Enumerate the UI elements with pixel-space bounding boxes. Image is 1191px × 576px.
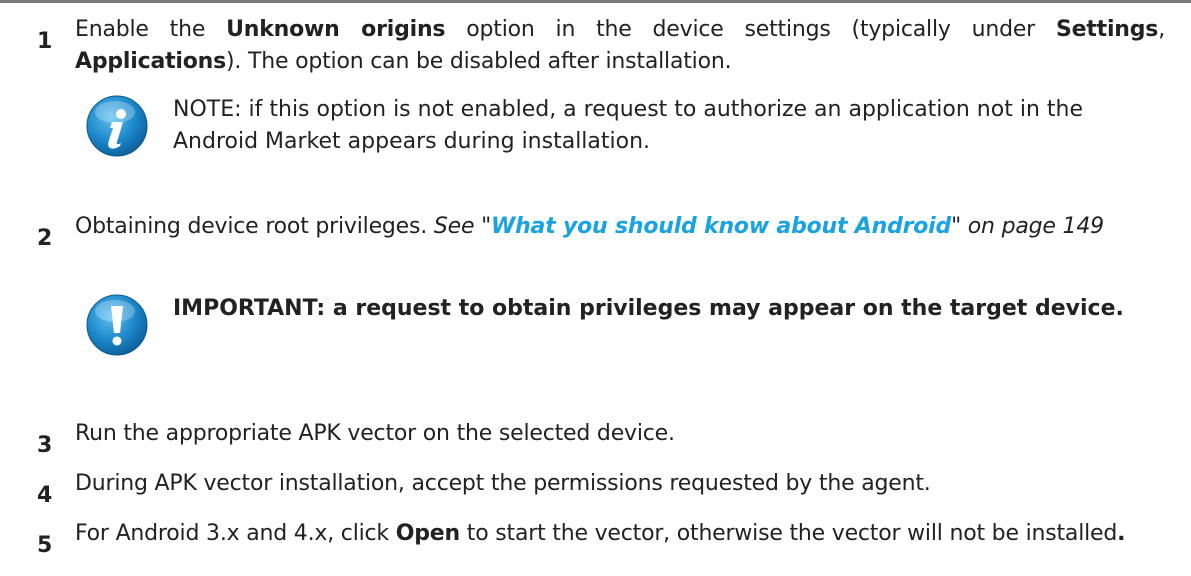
step-text-part: , (1158, 17, 1165, 42)
top-rule (0, 0, 1191, 3)
step-text: Run the appropriate APK vector on the se… (75, 421, 675, 446)
exclamation-icon (85, 293, 149, 357)
page-reference: " on page 149 (951, 214, 1104, 239)
step-number: 3 (37, 433, 53, 458)
see-reference: See " (433, 214, 492, 239)
step-number: 5 (37, 533, 53, 558)
option-name: Unknown origins (226, 17, 446, 42)
step-number: 1 (37, 29, 53, 54)
step-text-part: . (1117, 521, 1126, 546)
android-reference-link[interactable]: What you should know about Android (491, 214, 951, 239)
step-text: Obtaining device root privileges. See "W… (75, 211, 1165, 243)
step-number: 4 (37, 483, 53, 508)
step-text-part: For Android 3.x and 4.x, click (75, 521, 396, 546)
info-note-text: NOTE: if this option is not enabled, a r… (173, 97, 1083, 154)
step-text-part: to start the vector, otherwise the vecto… (459, 521, 1118, 546)
step-text-part: Obtaining device root privileges. (75, 214, 434, 239)
step-text: For Android 3.x and 4.x, click Open to s… (75, 518, 1165, 550)
important-note-text: IMPORTANT: a request to obtain privilege… (173, 296, 1124, 321)
step-text: Enable the Unknown origins option in the… (75, 14, 1165, 78)
step-text-part: Enable the (75, 17, 227, 42)
step-text-part: option in the device settings (typically… (445, 17, 1056, 42)
step-text-part: ). The option can be disabled after inst… (226, 49, 732, 74)
applications-name: Applications (75, 49, 227, 74)
step-text: During APK vector installation, accept t… (75, 471, 931, 496)
info-icon (85, 94, 149, 158)
step-number: 2 (37, 226, 53, 251)
open-button-name: Open (395, 521, 460, 546)
settings-name: Settings (1055, 17, 1159, 42)
